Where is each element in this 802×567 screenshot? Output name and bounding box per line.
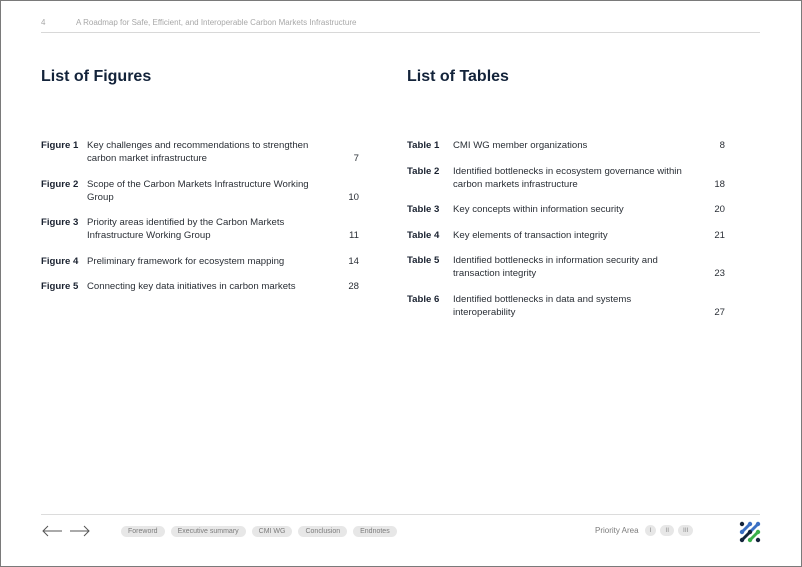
figure-page: 28 [348, 281, 359, 292]
document-title: A Roadmap for Safe, Efficient, and Inter… [76, 18, 357, 27]
table-title: Key elements of transaction integrity [453, 229, 608, 241]
priority-area-nav: Priority Area I II III [595, 525, 694, 536]
figures-list: Figure 1 Key challenges and recommendati… [41, 139, 361, 306]
table-entry[interactable]: Table 6 Identified bottlenecks in data a… [407, 293, 727, 319]
table-title: Identified bottlenecks in information se… [453, 255, 658, 279]
arrow-right-icon[interactable] [69, 524, 91, 538]
table-entry[interactable]: Table 5 Identified bottlenecks in inform… [407, 254, 727, 280]
table-title: Identified bottlenecks in ecosystem gove… [453, 165, 682, 190]
tables-heading: List of Tables [407, 68, 509, 85]
table-title: Identified bottlenecks in data and syste… [453, 293, 632, 318]
figure-entry[interactable]: Figure 5 Connecting key data initiatives… [41, 280, 361, 293]
figure-title: Priority areas identified by the Carbon … [87, 217, 285, 241]
table-page: 18 [714, 178, 725, 190]
table-title: CMI WG member organizations [453, 140, 588, 151]
table-label: Table 2 [407, 165, 440, 177]
figure-page: 10 [348, 191, 359, 203]
list-of-tables: List of Tables Table 1 CMI WG member org… [407, 66, 727, 318]
arrow-left-icon[interactable] [41, 524, 63, 538]
table-label: Table 3 [407, 204, 440, 215]
section-nav: Foreword Executive summary CMI WG Conclu… [121, 526, 397, 537]
table-label: Table 5 [407, 255, 440, 266]
table-page: 20 [714, 204, 725, 215]
figure-page: 7 [353, 153, 359, 164]
nav-chip-endnotes[interactable]: Endnotes [353, 526, 397, 537]
figure-entry[interactable]: Figure 2 Scope of the Carbon Markets Inf… [41, 178, 361, 204]
page-navigation [41, 524, 93, 538]
table-entry[interactable]: Table 4 Key elements of transaction inte… [407, 229, 727, 242]
list-of-figures: List of Figures Figure 1 Key challenges … [41, 66, 361, 292]
table-page: 8 [719, 140, 725, 151]
figure-label: Figure 3 [41, 217, 79, 228]
priority-area-iii[interactable]: III [678, 525, 694, 536]
table-page: 27 [714, 306, 725, 318]
nav-chip-foreword[interactable]: Foreword [121, 526, 165, 537]
table-page: 23 [714, 268, 725, 279]
table-label: Table 1 [407, 140, 440, 151]
figure-entry[interactable]: Figure 1 Key challenges and recommendati… [41, 139, 361, 165]
figure-title: Key challenges and recommendations to st… [87, 140, 309, 164]
figure-page: 14 [348, 255, 359, 267]
page-number: 4 [41, 18, 46, 27]
figure-title: Scope of the Carbon Markets Infrastructu… [87, 178, 309, 203]
priority-area-i[interactable]: I [644, 525, 657, 536]
footer-divider [41, 514, 760, 515]
figure-label: Figure 4 [41, 255, 79, 267]
priority-area-ii[interactable]: II [660, 525, 675, 536]
running-header: 4 A Roadmap for Safe, Efficient, and Int… [41, 15, 760, 33]
nav-chip-conclusion[interactable]: Conclusion [298, 526, 348, 537]
nav-chip-executive-summary[interactable]: Executive summary [170, 526, 246, 537]
priority-area-label: Priority Area [595, 526, 639, 535]
logo-icon [738, 520, 762, 544]
figure-label: Figure 1 [41, 140, 79, 151]
table-page: 21 [714, 229, 725, 241]
table-label: Table 6 [407, 293, 440, 305]
figure-title: Connecting key data initiatives in carbo… [87, 281, 296, 292]
table-entry[interactable]: Table 3 Key concepts within information … [407, 203, 727, 216]
nav-chip-cmi-wg[interactable]: CMI WG [251, 526, 293, 537]
table-title: Key concepts within information security [453, 204, 624, 215]
figure-entry[interactable]: Figure 3 Priority areas identified by th… [41, 216, 361, 242]
table-entry[interactable]: Table 2 Identified bottlenecks in ecosys… [407, 165, 727, 191]
table-entry[interactable]: Table 1 CMI WG member organizations 8 [407, 139, 727, 152]
figure-label: Figure 5 [41, 281, 79, 292]
figure-entry[interactable]: Figure 4 Preliminary framework for ecosy… [41, 255, 361, 268]
figures-heading: List of Figures [41, 68, 152, 85]
table-label: Table 4 [407, 229, 440, 241]
figure-page: 11 [349, 230, 359, 241]
tables-list: Table 1 CMI WG member organizations 8 Ta… [407, 139, 727, 331]
figure-title: Preliminary framework for ecosystem mapp… [87, 255, 285, 267]
figure-label: Figure 2 [41, 178, 79, 190]
